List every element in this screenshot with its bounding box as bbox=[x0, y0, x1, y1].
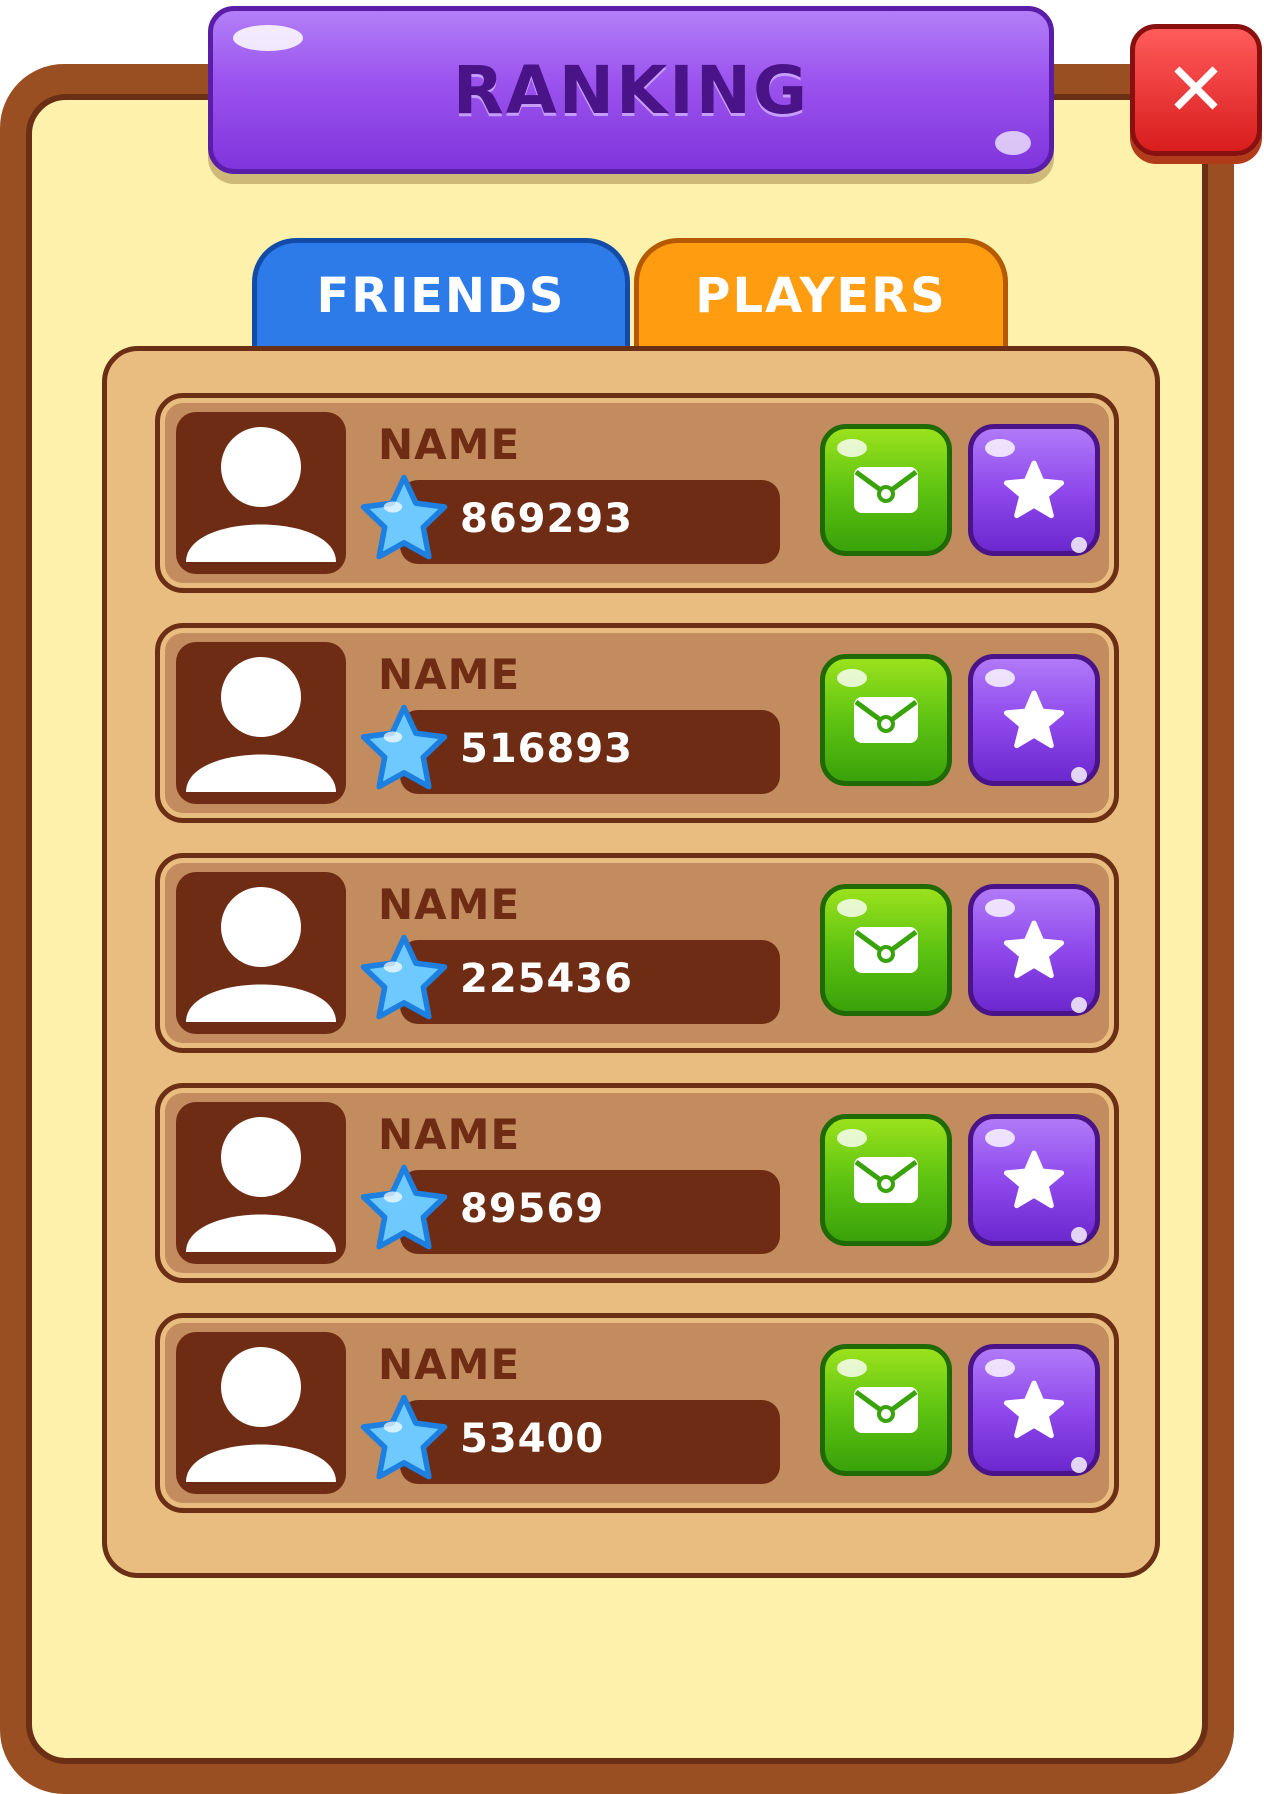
envelope-icon bbox=[854, 467, 918, 513]
envelope-icon bbox=[854, 927, 918, 973]
player-name: NAME bbox=[378, 420, 521, 469]
envelope-icon bbox=[854, 697, 918, 743]
blue-star-gem-icon bbox=[360, 1394, 448, 1480]
avatar bbox=[176, 412, 346, 574]
player-name: NAME bbox=[378, 1340, 521, 1389]
avatar bbox=[176, 1332, 346, 1494]
button-gloss bbox=[1071, 1227, 1087, 1243]
ranking-row: NAME 53400 bbox=[155, 1313, 1119, 1513]
player-score: 53400 bbox=[460, 1416, 605, 1462]
star-icon bbox=[1003, 460, 1065, 519]
tab-players[interactable]: PLAYERS bbox=[634, 238, 1008, 348]
favorite-button[interactable] bbox=[968, 424, 1100, 556]
button-gloss bbox=[1071, 997, 1087, 1013]
player-name: NAME bbox=[378, 1110, 521, 1159]
player-name: NAME bbox=[378, 880, 521, 929]
button-gloss bbox=[1071, 767, 1087, 783]
star-icon bbox=[1003, 920, 1065, 979]
user-silhouette-icon bbox=[186, 1347, 336, 1482]
envelope-icon bbox=[854, 1157, 918, 1203]
button-gloss bbox=[985, 1129, 1015, 1147]
send-gift-button[interactable] bbox=[820, 654, 952, 786]
favorite-button[interactable] bbox=[968, 1344, 1100, 1476]
button-gloss bbox=[985, 669, 1015, 687]
close-icon: ✕ bbox=[1164, 47, 1227, 133]
button-gloss bbox=[1071, 537, 1087, 553]
player-score: 225436 bbox=[460, 956, 633, 1002]
send-gift-button[interactable] bbox=[820, 1114, 952, 1246]
blue-star-gem-icon bbox=[360, 1164, 448, 1250]
title-banner: RANKING bbox=[208, 6, 1054, 174]
user-silhouette-icon bbox=[186, 1117, 336, 1252]
star-icon bbox=[1003, 1150, 1065, 1209]
button-gloss bbox=[837, 1129, 867, 1147]
user-silhouette-icon bbox=[186, 427, 336, 562]
button-gloss bbox=[837, 1359, 867, 1377]
send-gift-button[interactable] bbox=[820, 424, 952, 556]
tab-players-label: PLAYERS bbox=[695, 267, 947, 324]
button-gloss bbox=[837, 439, 867, 457]
blue-star-gem-icon bbox=[360, 934, 448, 1020]
avatar bbox=[176, 1102, 346, 1264]
star-icon bbox=[1003, 1380, 1065, 1439]
avatar bbox=[176, 872, 346, 1034]
ranking-row: NAME 516893 bbox=[155, 623, 1119, 823]
ranking-row: NAME 869293 bbox=[155, 393, 1119, 593]
favorite-button[interactable] bbox=[968, 1114, 1100, 1246]
close-button[interactable]: ✕ bbox=[1130, 24, 1262, 156]
button-gloss bbox=[837, 899, 867, 917]
banner-gloss bbox=[233, 25, 303, 51]
button-gloss bbox=[1071, 1457, 1087, 1473]
favorite-button[interactable] bbox=[968, 654, 1100, 786]
envelope-icon bbox=[854, 1387, 918, 1433]
banner-gloss bbox=[995, 131, 1031, 155]
player-score: 89569 bbox=[460, 1186, 605, 1232]
favorite-button[interactable] bbox=[968, 884, 1100, 1016]
avatar bbox=[176, 642, 346, 804]
ranking-list: NAME 869293 NAME 516893 NAME 225436 NAME… bbox=[102, 346, 1160, 1578]
player-name: NAME bbox=[378, 650, 521, 699]
ranking-row: NAME 225436 bbox=[155, 853, 1119, 1053]
player-score: 516893 bbox=[460, 726, 633, 772]
ranking-row: NAME 89569 bbox=[155, 1083, 1119, 1283]
tab-friends-label: FRIENDS bbox=[316, 267, 566, 324]
send-gift-button[interactable] bbox=[820, 1344, 952, 1476]
tab-friends[interactable]: FRIENDS bbox=[252, 238, 630, 348]
blue-star-gem-icon bbox=[360, 704, 448, 790]
user-silhouette-icon bbox=[186, 887, 336, 1022]
blue-star-gem-icon bbox=[360, 474, 448, 560]
button-gloss bbox=[985, 439, 1015, 457]
player-score: 869293 bbox=[460, 496, 633, 542]
send-gift-button[interactable] bbox=[820, 884, 952, 1016]
page-title: RANKING bbox=[452, 51, 810, 129]
button-gloss bbox=[985, 899, 1015, 917]
button-gloss bbox=[837, 669, 867, 687]
user-silhouette-icon bbox=[186, 657, 336, 792]
button-gloss bbox=[985, 1359, 1015, 1377]
star-icon bbox=[1003, 690, 1065, 749]
